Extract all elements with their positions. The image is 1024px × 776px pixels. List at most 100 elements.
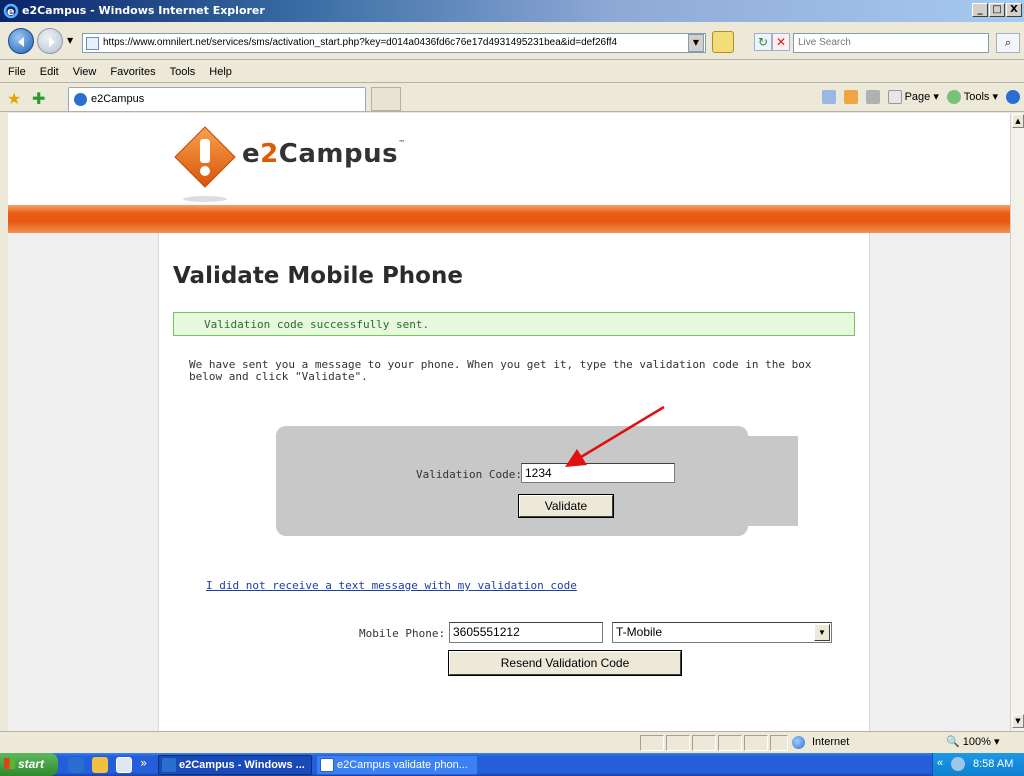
tab-bar: ★ ✚ e2Campus Page ▾ Tools ▾ [0, 84, 1024, 112]
address-dropdown-icon[interactable]: ▼ [688, 34, 704, 52]
window-title: e2Campus - Windows Internet Explorer [22, 4, 265, 17]
globe-icon [792, 736, 805, 749]
feeds-icon[interactable] [843, 90, 858, 105]
page-icon [887, 90, 902, 105]
back-arrow-icon [18, 37, 24, 47]
brand-prefix: e [242, 139, 261, 169]
menu-tools[interactable]: Tools [170, 66, 196, 78]
site-header: e2Campus™ [8, 113, 1010, 205]
ie-tab-icon [74, 93, 87, 106]
status-cell [666, 735, 690, 751]
word-task-icon [320, 758, 334, 772]
e2campus-logo-icon [174, 126, 236, 202]
taskbar: start » e2Campus - Windows ... e2Campus … [0, 753, 1024, 776]
page-viewport: e2Campus™ Validate Mobile Phone Validati… [0, 113, 1010, 731]
help-icon[interactable] [1006, 90, 1020, 105]
ie-icon: e [3, 3, 19, 19]
ie-task-icon [162, 758, 176, 772]
chevron-down-icon[interactable]: ▼ [814, 624, 830, 641]
status-cell [640, 735, 664, 751]
header-accent-bar [8, 205, 1010, 233]
carrier-value: T-Mobile [616, 625, 663, 639]
search-icon[interactable]: ⌕ [996, 33, 1020, 53]
zoom-control[interactable]: 🔍 100% ▾ [946, 735, 999, 748]
menu-file[interactable]: File [8, 66, 26, 78]
outlook-quicklaunch-icon[interactable] [92, 757, 108, 773]
status-cell [770, 735, 788, 751]
search-input[interactable]: Live Search [793, 33, 989, 53]
menu-favorites[interactable]: Favorites [110, 66, 155, 78]
start-button[interactable]: start [0, 753, 58, 776]
page-title: Validate Mobile Phone [173, 263, 463, 289]
instruction-text: We have sent you a message to your phone… [189, 358, 812, 383]
window-title-bar: e e2Campus - Windows Internet Explorer _… [0, 0, 1024, 22]
menu-view[interactable]: View [73, 66, 97, 78]
security-zone[interactable]: Internet [790, 735, 936, 751]
gear-icon [946, 90, 961, 105]
status-cell [692, 735, 716, 751]
resend-button[interactable]: Resend Validation Code [448, 650, 682, 676]
history-dropdown-icon[interactable]: ▼ [67, 36, 73, 45]
tools-menu[interactable]: Tools ▾ [946, 90, 998, 105]
task-label: e2Campus validate phon... [337, 759, 468, 771]
brand-tm: ™ [398, 139, 406, 147]
tools-menu-label: Tools [963, 91, 990, 103]
task-ie-window[interactable]: e2Campus - Windows ... [158, 755, 312, 775]
print-icon[interactable] [865, 90, 880, 105]
menu-bar: File Edit View Favorites Tools Help [0, 61, 1024, 83]
ie-quicklaunch-icon[interactable] [68, 757, 84, 773]
page-menu-label: Page [904, 91, 931, 103]
vertical-scrollbar[interactable]: ▲ ▼ [1010, 113, 1024, 731]
success-alert: Validation code successfully sent. [173, 312, 855, 336]
system-tray: « 8:58 AM [932, 753, 1024, 776]
window-controls: _ □ X [972, 3, 1022, 17]
page-menu[interactable]: Page ▾ [887, 90, 939, 105]
page-icon [86, 37, 99, 50]
forward-button[interactable] [37, 28, 63, 54]
minimize-button[interactable]: _ [972, 3, 988, 17]
task-label: e2Campus - Windows ... [179, 759, 305, 771]
address-input[interactable]: https://www.omnilert.net/services/sms/ac… [82, 33, 706, 53]
command-bar: Page ▾ Tools ▾ [821, 90, 1020, 105]
refresh-button[interactable]: ↻ [754, 33, 772, 51]
carrier-select[interactable]: T-Mobile ▼ [612, 622, 832, 643]
zoom-level: 100% [962, 736, 991, 748]
tab-e2campus[interactable]: e2Campus [68, 87, 366, 111]
desktop-quicklaunch-icon[interactable] [116, 757, 132, 773]
chevron-right-icon[interactable]: » [140, 756, 147, 770]
maximize-button[interactable]: □ [989, 3, 1005, 17]
start-label: start [18, 757, 45, 771]
add-favorite-icon[interactable]: ✚ [32, 89, 45, 108]
validate-button[interactable]: Validate [518, 494, 614, 518]
address-url: https://www.omnilert.net/services/sms/ac… [103, 37, 618, 48]
lock-icon[interactable] [712, 31, 734, 53]
forward-arrow-icon [49, 37, 55, 47]
back-button[interactable] [8, 28, 34, 54]
address-toolbar: ▼ https://www.omnilert.net/services/sms/… [0, 22, 1024, 60]
status-cell [744, 735, 768, 751]
stop-button[interactable]: ✕ [772, 33, 790, 51]
mobile-phone-input[interactable]: 3605551212 [449, 622, 603, 643]
mobile-phone-label: Mobile Phone: [359, 627, 446, 640]
scroll-up-icon[interactable]: ▲ [1012, 114, 1024, 128]
no-code-link[interactable]: I did not receive a text message with my… [206, 579, 577, 592]
brand-logo-text: e2Campus™ [242, 139, 406, 169]
windows-flag-icon [4, 758, 15, 769]
red-arrow-annotation-icon [565, 405, 665, 467]
favorites-star-icon[interactable]: ★ [7, 89, 21, 108]
network-icon[interactable] [951, 757, 965, 771]
task-word-document[interactable]: e2Campus validate phon... [316, 755, 478, 775]
scroll-down-icon[interactable]: ▼ [1012, 714, 1024, 728]
status-cell [718, 735, 742, 751]
brand-suffix: Campus [278, 139, 399, 169]
validation-panel-tab [748, 436, 798, 526]
svg-text:e: e [7, 5, 14, 18]
new-tab-button[interactable] [371, 87, 401, 111]
menu-edit[interactable]: Edit [40, 66, 59, 78]
validation-code-label: Validation Code: [416, 468, 522, 481]
home-icon[interactable] [821, 90, 836, 105]
close-button[interactable]: X [1006, 3, 1022, 17]
zone-label: Internet [812, 736, 850, 748]
menu-help[interactable]: Help [209, 66, 232, 78]
tray-expand-icon[interactable]: « [937, 757, 943, 769]
